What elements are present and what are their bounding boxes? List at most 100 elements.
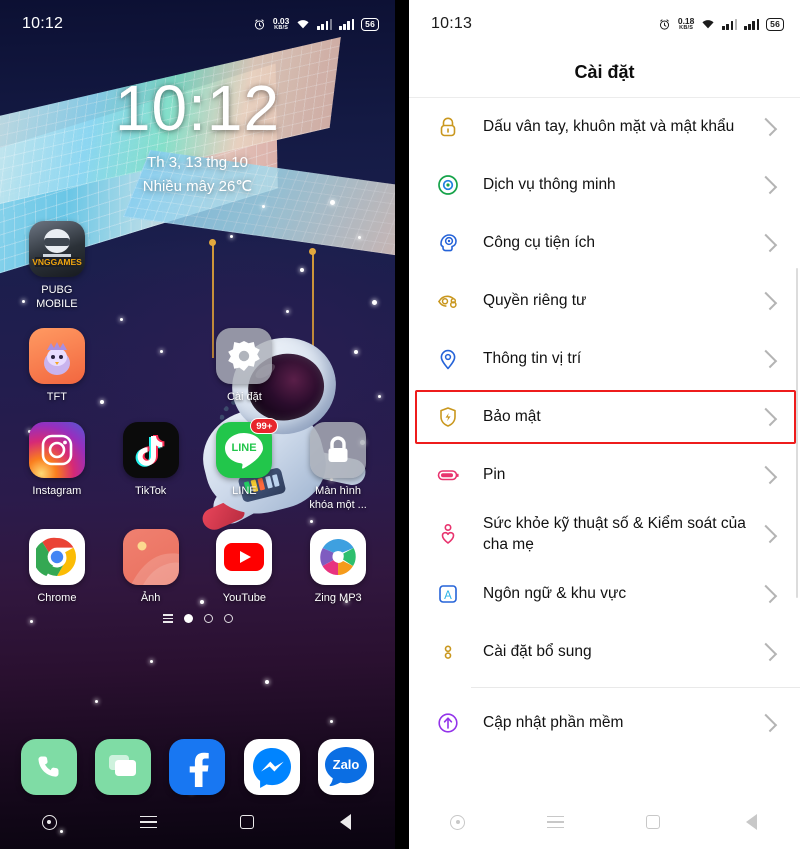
chevron-right-icon bbox=[758, 713, 778, 732]
home-icon[interactable] bbox=[225, 805, 269, 839]
weather-text: Nhiều mây 26℃ bbox=[142, 178, 253, 195]
app-row: Chrome Ảnh YouTube Zing MP3 bbox=[10, 528, 385, 606]
settings-item-battery[interactable]: Pin bbox=[409, 446, 800, 504]
app-lock-screen[interactable]: Màn hình khóa một ... bbox=[291, 422, 385, 513]
chevron-right-icon bbox=[758, 291, 778, 311]
settings-item-location[interactable]: Thông tin vị trí bbox=[409, 330, 800, 388]
settings-item-language-region[interactable]: A Ngôn ngữ & khu vực bbox=[409, 565, 800, 623]
lock-icon bbox=[440, 117, 456, 137]
settings-item-label: Cài đặt bổ sung bbox=[483, 643, 592, 661]
back-icon[interactable] bbox=[324, 805, 368, 839]
app-tiktok[interactable]: TikTok bbox=[104, 422, 198, 513]
list-divider bbox=[471, 686, 800, 688]
zalo-icon[interactable]: Zalo bbox=[317, 739, 374, 795]
app-pubg-mobile[interactable]: VNGGAMES PUBG MOBILE bbox=[10, 221, 104, 312]
settings-item-security[interactable]: Bảo mật bbox=[409, 388, 800, 446]
app-grid: VNGGAMES PUBG MOBILE TFT Cài đặt Instagr… bbox=[0, 221, 395, 606]
messages-icon[interactable] bbox=[95, 739, 152, 795]
status-time: 10:13 bbox=[431, 15, 473, 32]
svg-text:VNGGAMES: VNGGAMES bbox=[32, 257, 82, 267]
app-photos[interactable]: Ảnh bbox=[104, 528, 198, 606]
clock-widget[interactable]: 10:12 Th 3, 13 thg 10 Nhiều mây 26℃ bbox=[0, 76, 395, 195]
app-tft[interactable]: TFT bbox=[10, 327, 104, 405]
battery-icon: 56 bbox=[361, 17, 379, 31]
app-label: TikTok bbox=[134, 485, 167, 498]
app-label: Màn hình khóa một ... bbox=[309, 485, 367, 511]
settings-item-label: Sức khỏe kỹ thuật số & Kiểm soát của cha… bbox=[483, 515, 746, 554]
settings-gear-icon bbox=[216, 327, 273, 384]
security-shield-icon bbox=[440, 407, 456, 427]
location-pin-icon bbox=[440, 349, 456, 370]
page-dot[interactable] bbox=[223, 614, 233, 623]
chevron-right-icon bbox=[758, 349, 778, 369]
settings-item-fingerprint-face-password[interactable]: Dấu vân tay, khuôn mặt và mật khẩu bbox=[409, 98, 800, 156]
tiktok-icon bbox=[122, 422, 179, 479]
instagram-icon bbox=[28, 422, 85, 479]
app-row: VNGGAMES PUBG MOBILE bbox=[10, 221, 385, 312]
app-label: Instagram bbox=[32, 485, 82, 498]
facebook-icon[interactable] bbox=[169, 739, 226, 795]
app-settings[interactable]: Cài đặt bbox=[198, 327, 292, 405]
settings-item-label: Ngôn ngữ & khu vực bbox=[483, 585, 627, 603]
utility-tools-icon bbox=[440, 234, 457, 252]
app-chrome[interactable]: Chrome bbox=[10, 528, 104, 606]
page-dot-active[interactable] bbox=[183, 614, 193, 623]
alarm-icon bbox=[659, 18, 669, 30]
settings-item-label: Quyền riêng tư bbox=[483, 292, 587, 310]
apps-menu-icon[interactable] bbox=[162, 614, 173, 623]
app-label: TFT bbox=[46, 390, 67, 403]
svg-text:LINE: LINE bbox=[232, 442, 257, 454]
app-label: LINE bbox=[232, 485, 257, 498]
settings-item-label: Dịch vụ thông minh bbox=[483, 176, 616, 194]
app-instagram[interactable]: Instagram bbox=[10, 422, 104, 513]
status-time: 10:12 bbox=[22, 15, 64, 32]
smart-services-icon bbox=[438, 175, 458, 195]
settings-item-smart-services[interactable]: Dịch vụ thông minh bbox=[409, 156, 800, 214]
recents-icon[interactable] bbox=[534, 805, 578, 839]
settings-item-privacy[interactable]: Quyền riêng tư bbox=[409, 272, 800, 330]
lock-screen-icon bbox=[310, 422, 367, 479]
zing-mp3-icon bbox=[310, 528, 367, 585]
clock-date: Th 3, 13 thg 10 bbox=[147, 154, 248, 171]
settings-list: Dấu vân tay, khuôn mặt và mật khẩu Dịch … bbox=[409, 98, 800, 752]
page-dot[interactable] bbox=[203, 614, 213, 623]
back-icon[interactable] bbox=[729, 805, 773, 839]
left-phone-home-screen: 10:12 0.03 KB/S 56 10:12 Th 3, 13 thg 10… bbox=[0, 0, 395, 849]
pubg-mobile-icon: VNGGAMES bbox=[28, 221, 85, 277]
recents-icon[interactable] bbox=[126, 805, 170, 839]
right-phone-settings-screen: 10:13 0.18 KB/S 56 Cài đặt Dấu vân tay, … bbox=[409, 0, 800, 849]
scrollbar[interactable] bbox=[795, 268, 798, 598]
app-line[interactable]: 99+ LINE LINE bbox=[198, 418, 292, 513]
digital-wellbeing-icon bbox=[441, 524, 455, 545]
clock-time: 10:12 bbox=[114, 72, 281, 144]
chrome-icon bbox=[28, 528, 85, 585]
additional-settings-icon bbox=[444, 645, 452, 659]
assistant-icon[interactable] bbox=[436, 805, 480, 839]
chevron-right-icon bbox=[758, 642, 778, 661]
chevron-right-icon bbox=[758, 407, 778, 427]
app-row: Instagram TikTok 99+ LINE LINE Màn hình … bbox=[10, 418, 385, 513]
settings-item-digital-wellbeing[interactable]: Sức khỏe kỹ thuật số & Kiểm soát của cha… bbox=[409, 504, 800, 565]
signal-bars-1 bbox=[722, 18, 738, 30]
settings-item-utility-tools[interactable]: Công cụ tiện ích bbox=[409, 214, 800, 272]
app-youtube[interactable]: YouTube bbox=[198, 528, 292, 606]
chevron-right-icon bbox=[758, 465, 778, 485]
dual-phone-screenshot: 10:12 0.03 KB/S 56 10:12 Th 3, 13 thg 10… bbox=[0, 0, 800, 849]
software-update-icon bbox=[438, 713, 458, 733]
phone-icon[interactable] bbox=[21, 739, 78, 795]
settings-item-software-update[interactable]: Cập nhật phần mềm bbox=[409, 694, 800, 752]
panel-divider bbox=[395, 0, 409, 849]
settings-item-label: Pin bbox=[483, 466, 506, 484]
svg-text:Zalo: Zalo bbox=[332, 757, 359, 772]
app-label: Cài đặt bbox=[226, 390, 262, 403]
settings-item-additional-settings[interactable]: Cài đặt bổ sung bbox=[409, 623, 800, 681]
app-zing-mp3[interactable]: Zing MP3 bbox=[291, 528, 385, 606]
app-label: YouTube bbox=[222, 591, 266, 604]
home-icon[interactable] bbox=[631, 805, 675, 839]
left-nav-bar bbox=[0, 795, 395, 849]
messenger-icon[interactable] bbox=[243, 739, 300, 795]
language-icon: A bbox=[439, 584, 457, 603]
assistant-icon[interactable] bbox=[27, 805, 71, 839]
app-label: Zing MP3 bbox=[314, 591, 362, 604]
network-rate: 0.03 KB/S bbox=[272, 16, 290, 31]
